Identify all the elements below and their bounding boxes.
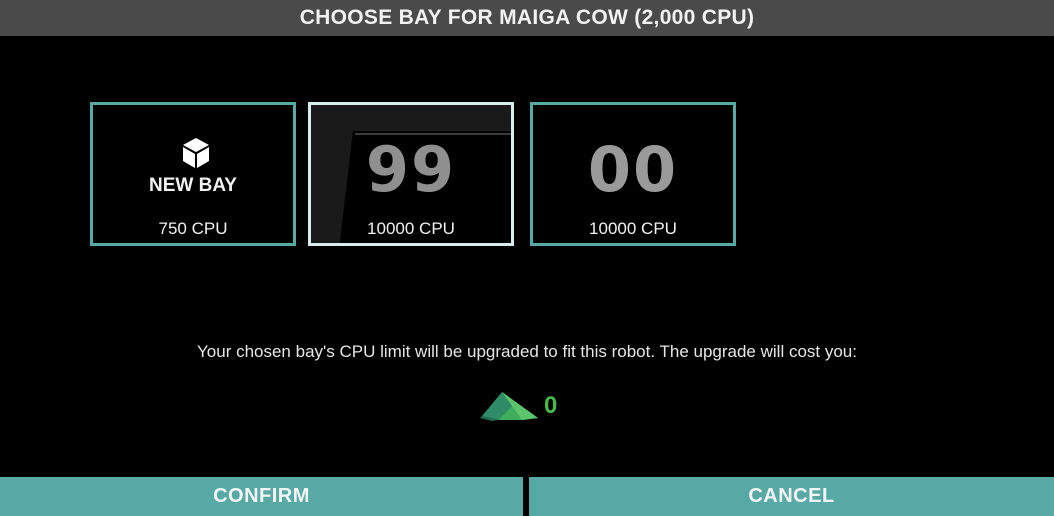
upgrade-message: Your chosen bay's CPU limit will be upgr…	[197, 342, 857, 361]
robits-currency-icon	[480, 392, 538, 421]
bay-cpu-label: 750 CPU	[158, 219, 228, 238]
confirm-button[interactable]: CONFIRM	[0, 477, 523, 516]
bay-cpu-label: 10000 CPU	[589, 219, 677, 238]
bay-option-99[interactable]: 99 10000 CPU	[308, 102, 514, 246]
cancel-button[interactable]: CANCEL	[529, 477, 1054, 516]
bay-option-00[interactable]: 00 10000 CPU	[530, 102, 736, 246]
bay-option-new[interactable]: NEW BAY 750 CPU	[90, 102, 296, 246]
bay-cpu-label: 10000 CPU	[367, 219, 455, 238]
cost-value: 0	[544, 392, 558, 419]
cube-icon	[183, 138, 209, 168]
dialog-title: CHOOSE BAY FOR MAIGA COW (2,000 CPU)	[0, 0, 1054, 36]
bay-number: 00	[587, 133, 679, 206]
bay-number: 99	[365, 133, 457, 206]
new-bay-label: NEW BAY	[149, 175, 237, 196]
upgrade-cost: 0	[478, 388, 557, 424]
